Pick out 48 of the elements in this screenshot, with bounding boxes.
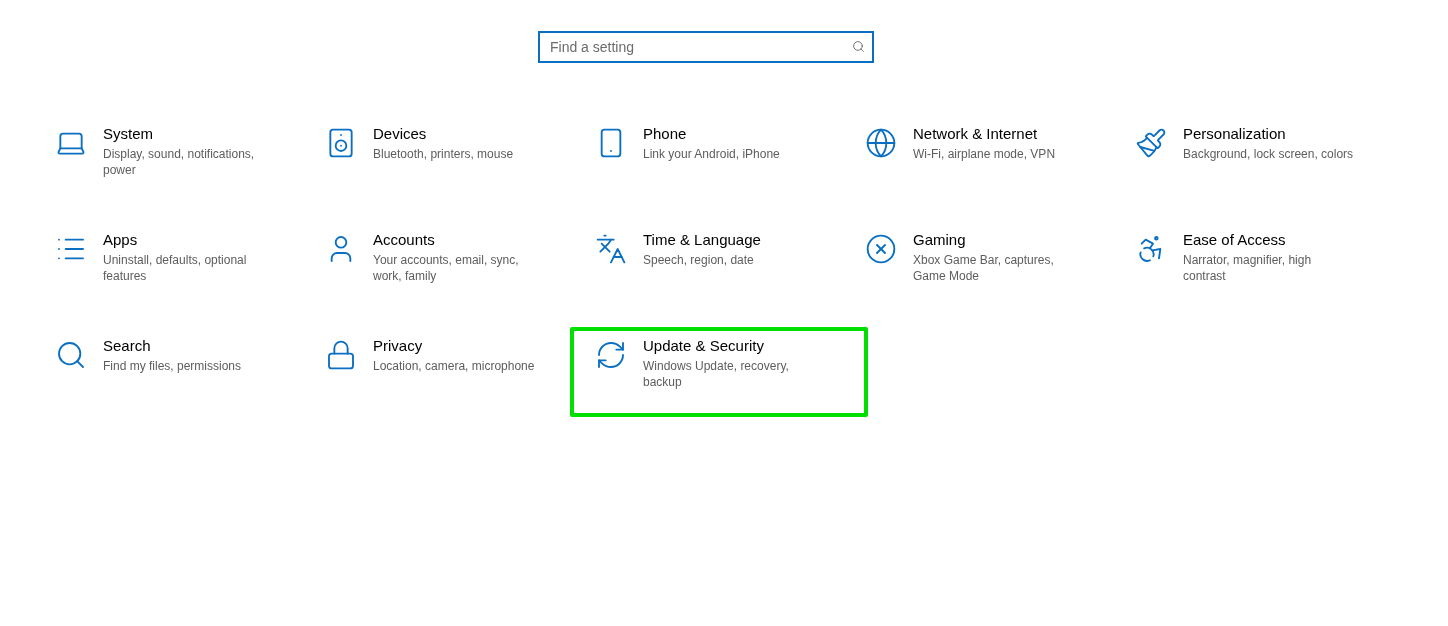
tile-title: System xyxy=(103,125,154,142)
paintbrush-icon xyxy=(1135,127,1167,159)
settings-tile[interactable]: Personalization Background, lock screen, colors xyxy=(1110,115,1380,205)
tile-title: Phone xyxy=(643,125,688,142)
language-icon xyxy=(595,233,627,265)
settings-tile[interactable]: Search Find my files, permissions xyxy=(30,327,300,417)
tile-title: Time & Language xyxy=(643,231,761,248)
settings-tile[interactable]: Privacy Location, camera, microphone xyxy=(300,327,570,417)
tile-title: Update & Security xyxy=(643,337,765,354)
tile-description: Bluetooth, printers, mouse xyxy=(373,146,514,162)
tile-description: Xbox Game Bar, captures, Game Mode xyxy=(913,252,1055,284)
highlighted-settings-tile[interactable]: Update & Security Windows Update, recovery, backup xyxy=(570,327,868,417)
settings-tile[interactable]: Time & Language Speech, region, date xyxy=(570,221,840,311)
tile-description: Background, lock screen, colors xyxy=(1183,146,1354,162)
settings-tile[interactable]: System Display, sound, notifications, power xyxy=(30,115,300,205)
tile-description: Uninstall, defaults, optional features xyxy=(103,252,248,284)
settings-tile[interactable]: Phone Link your Android, iPhone xyxy=(570,115,840,205)
tile-description: Speech, region, date xyxy=(643,252,755,268)
tile-title: Privacy xyxy=(373,337,424,354)
tile-description: Your accounts, email, sync, work, family xyxy=(373,252,520,284)
settings-tile[interactable]: Ease of Access Narrator, magnifier, high contrast xyxy=(1110,221,1380,311)
settings-tile[interactable]: Gaming Xbox Game Bar, captures, Game Mode xyxy=(840,221,1110,311)
tile-description: Find my files, permissions xyxy=(103,358,242,374)
search-field[interactable]: Find a setting xyxy=(538,31,874,63)
tile-title: Accounts xyxy=(373,231,436,248)
settings-tile[interactable]: Apps Uninstall, defaults, optional features xyxy=(30,221,300,311)
tile-title: Personalization xyxy=(1183,125,1287,142)
tile-description: Narrator, magnifier, high contrast xyxy=(1183,252,1313,284)
tile-title: Ease of Access xyxy=(1183,231,1287,248)
tile-title: Search xyxy=(103,337,152,354)
tile-title: Gaming xyxy=(913,231,967,248)
settings-tile[interactable]: Network & Internet Wi-Fi, airplane mode, VPN xyxy=(840,115,1110,205)
circle-x-icon xyxy=(865,233,897,265)
lock-icon xyxy=(325,339,357,371)
search-icon xyxy=(55,339,87,371)
tile-description: Windows Update, recovery, backup xyxy=(643,358,790,390)
settings-tile[interactable]: Accounts Your accounts, email, sync, work, family xyxy=(300,221,570,311)
tile-title: Network & Internet xyxy=(913,125,1039,142)
tile-title: Apps xyxy=(103,231,139,248)
search-icon xyxy=(852,40,865,53)
settings-tile[interactable]: Devices Bluetooth, printers, mouse xyxy=(300,115,570,205)
globe-icon xyxy=(865,127,897,159)
tile-description: Display, sound, notifications, power xyxy=(103,146,256,178)
tile-description: Location, camera, microphone xyxy=(373,358,535,374)
tile-description: Link your Android, iPhone xyxy=(643,146,780,162)
tile-description: Wi-Fi, airplane mode, VPN xyxy=(913,146,1056,162)
tile-title: Devices xyxy=(373,125,428,142)
sync-icon xyxy=(595,339,627,371)
